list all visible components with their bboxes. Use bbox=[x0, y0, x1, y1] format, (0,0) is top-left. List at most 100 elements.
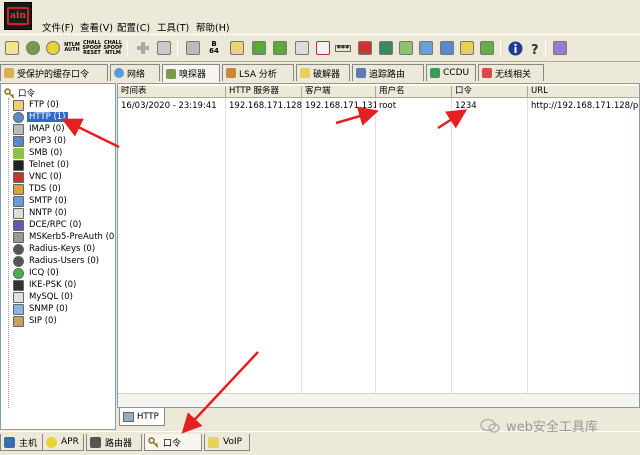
router-arrows-icon bbox=[90, 436, 101, 448]
hash-green-icon[interactable] bbox=[250, 39, 268, 57]
menu-tools[interactable]: 工具(T) bbox=[157, 20, 189, 34]
tree-item-mskerb5[interactable]: MSKerb5-PreAuth (0) bbox=[13, 231, 115, 243]
svg-text:?: ? bbox=[531, 43, 539, 56]
tree-root-passwords[interactable]: 口令 bbox=[4, 87, 35, 99]
cisco-icon[interactable] bbox=[314, 39, 332, 57]
wireless-icon bbox=[482, 68, 492, 78]
radius-users-icon bbox=[13, 255, 24, 267]
menu-config[interactable]: 配置(C) bbox=[117, 20, 150, 34]
tree-item-vnc[interactable]: VNC (0) bbox=[13, 171, 64, 183]
tree-item-radius-users[interactable]: Radius-Users (0) bbox=[13, 255, 101, 267]
disk-icon[interactable] bbox=[438, 39, 456, 57]
apr-icon[interactable] bbox=[44, 39, 62, 57]
snmp-icon bbox=[13, 303, 24, 315]
menu-help[interactable]: 帮助(H) bbox=[196, 20, 230, 34]
cell-url: http://192.168.171.128/phpmyadmin/ bbox=[531, 101, 640, 111]
ike-psk-icon bbox=[13, 279, 24, 291]
tree-item-ftp[interactable]: FTP (0) bbox=[13, 99, 61, 111]
ntlm-auth-button[interactable]: NTLM AUTH bbox=[64, 39, 80, 57]
cell-password: 1234 bbox=[455, 101, 477, 111]
phone-icon[interactable] bbox=[293, 39, 311, 57]
tab-routers[interactable]: 路由器 bbox=[86, 434, 142, 451]
voip-icon bbox=[208, 436, 219, 448]
tab-apr[interactable]: APR bbox=[42, 434, 84, 451]
ccdu-icon bbox=[430, 68, 440, 78]
tree-item-dcerpc[interactable]: DCE/RPC (0) bbox=[13, 219, 83, 231]
computers-icon[interactable] bbox=[417, 39, 435, 57]
column-http-server[interactable]: HTTP 服务器 bbox=[226, 86, 302, 98]
monitor-icon[interactable] bbox=[356, 39, 374, 57]
chall-spoof-reset-button[interactable]: CHALL SPOOF RESET bbox=[82, 39, 101, 57]
top-tab-bar: 受保护的缓存口令 网络 嗅探器 LSA 分析 破解器 追踪路由 CCDU 无线相… bbox=[0, 64, 640, 82]
http-globe-icon bbox=[13, 111, 24, 123]
edit-icon[interactable] bbox=[458, 39, 476, 57]
key-icon[interactable] bbox=[228, 39, 246, 57]
kerberos-icon bbox=[13, 231, 24, 243]
column-url[interactable]: URL bbox=[528, 86, 639, 98]
tools-icon[interactable] bbox=[184, 39, 202, 57]
hosts-icon bbox=[4, 436, 15, 448]
cracker-icon bbox=[300, 68, 310, 78]
tree-icon[interactable] bbox=[397, 39, 415, 57]
tree-item-sip[interactable]: SIP (0) bbox=[13, 315, 59, 327]
tree-item-snmp[interactable]: SNMP (0) bbox=[13, 303, 70, 315]
tab-passwords[interactable]: 口令 bbox=[144, 434, 202, 451]
base64-button[interactable]: B 64 bbox=[206, 39, 222, 57]
tab-network[interactable]: 网络 bbox=[110, 64, 160, 81]
tree-item-mysql[interactable]: MySQL (0) bbox=[13, 291, 75, 303]
tab-sniffer[interactable]: 嗅探器 bbox=[162, 64, 220, 82]
column-timestamp[interactable]: 时间表 bbox=[118, 86, 226, 98]
tree-item-tds[interactable]: TDS (0) bbox=[13, 183, 63, 195]
column-client[interactable]: 客户端 bbox=[302, 86, 376, 98]
key-icon bbox=[148, 436, 159, 447]
tab-ccdu[interactable]: CCDU bbox=[426, 64, 476, 81]
brush-icon[interactable] bbox=[155, 39, 173, 57]
column-divider bbox=[451, 98, 452, 398]
tab-cracker[interactable]: 破解器 bbox=[296, 64, 350, 81]
imap-icon bbox=[13, 123, 24, 135]
tab-wireless[interactable]: 无线相关 bbox=[478, 64, 544, 81]
toolbar-separator bbox=[545, 40, 546, 57]
toolbar-separator bbox=[127, 40, 128, 57]
cell-username: root bbox=[379, 101, 397, 111]
tree-item-nntp[interactable]: NNTP (0) bbox=[13, 207, 69, 219]
tree-item-imap[interactable]: IMAP (0) bbox=[13, 123, 67, 135]
info-icon[interactable] bbox=[506, 39, 524, 57]
http-tab-icon bbox=[123, 411, 134, 422]
tree-item-pop3[interactable]: POP3 (0) bbox=[13, 135, 68, 147]
table-header: 时间表 HTTP 服务器 客户端 用户名 口令 URL bbox=[118, 86, 639, 98]
tab-traceroute[interactable]: 追踪路由 bbox=[352, 64, 424, 81]
hash-green2-icon[interactable] bbox=[271, 39, 289, 57]
app-logo-text: ain bbox=[7, 7, 29, 25]
menu-file[interactable]: 文件(F) bbox=[42, 20, 74, 34]
password-stars-button[interactable]: *** bbox=[333, 39, 353, 57]
sniffer-start-icon[interactable] bbox=[24, 39, 42, 57]
watermark: web安全工具库 bbox=[480, 416, 598, 435]
tab-protected-cache[interactable]: 受保护的缓存口令 bbox=[0, 64, 108, 81]
tree-item-telnet[interactable]: Telnet (0) bbox=[13, 159, 71, 171]
add-icon[interactable] bbox=[134, 39, 152, 57]
tab-voip[interactable]: VoIP bbox=[204, 434, 250, 451]
wireless-icon[interactable] bbox=[478, 39, 496, 57]
tab-lsa[interactable]: LSA 分析 bbox=[222, 64, 294, 81]
column-password[interactable]: 口令 bbox=[452, 86, 528, 98]
column-username[interactable]: 用户名 bbox=[376, 86, 452, 98]
tree-item-radius-keys[interactable]: Radius-Keys (0) bbox=[13, 243, 97, 255]
network-icon[interactable] bbox=[377, 39, 395, 57]
key-icon bbox=[4, 87, 15, 98]
column-divider bbox=[225, 98, 226, 398]
tab-http[interactable]: HTTP bbox=[119, 408, 165, 426]
tree-item-smtp[interactable]: SMTP (0) bbox=[13, 195, 69, 207]
tree-item-ike-psk[interactable]: IKE-PSK (0) bbox=[13, 279, 78, 291]
tree-item-icq[interactable]: ICQ (0) bbox=[13, 267, 61, 279]
menu-view[interactable]: 查看(V) bbox=[80, 20, 113, 34]
help-icon[interactable]: ? bbox=[525, 39, 543, 57]
tree-item-http[interactable]: HTTP (1) bbox=[13, 111, 68, 123]
horizontal-scrollbar[interactable] bbox=[118, 393, 639, 407]
telnet-icon bbox=[13, 159, 24, 171]
chall-spoof-ntlm-button[interactable]: CHALL SPOOF NTLM bbox=[103, 39, 122, 57]
tree-item-smb[interactable]: SMB (0) bbox=[13, 147, 64, 159]
new-icon[interactable] bbox=[3, 39, 21, 57]
statistics-icon[interactable] bbox=[551, 39, 569, 57]
dcerpc-icon bbox=[13, 219, 24, 231]
